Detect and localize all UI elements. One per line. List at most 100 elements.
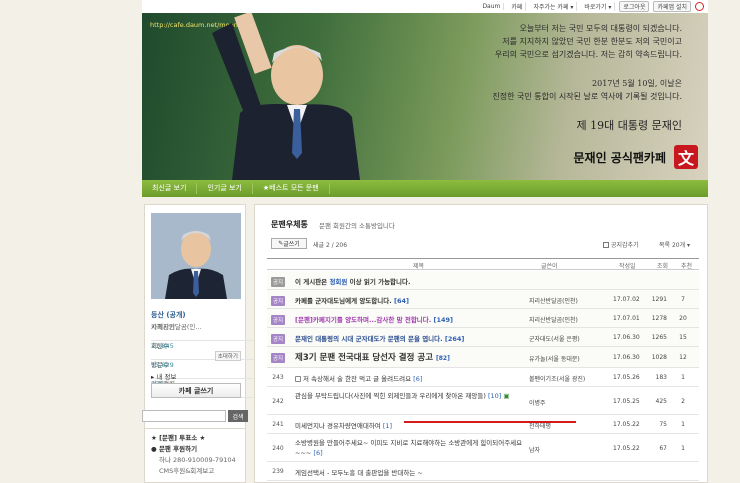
table-row: 공지 문재인 대통령의 시대 군자대도가 문팬의 문을 엽니다. [264] 군… xyxy=(267,328,699,347)
nav-latest[interactable]: 최신글 보기 xyxy=(142,183,198,194)
highlight-underline xyxy=(404,421,576,423)
cafe-nav: 최신글 보기 인기글 보기 ★베스트 모든 문팬 xyxy=(142,180,708,197)
board-title: 문팬우체통 xyxy=(271,220,308,229)
post-rec: 1 xyxy=(681,445,685,452)
stat-value: 21,845 xyxy=(151,342,174,350)
menu-donate-label: 문팬 후원하기 xyxy=(158,445,198,453)
post-views: 425 xyxy=(655,398,667,405)
per-page-select[interactable]: 목록 20개 ▾ xyxy=(659,240,690,249)
post-number: 241 xyxy=(272,421,284,428)
header-rec: 추천 xyxy=(681,263,693,270)
post-rec: 7 xyxy=(681,296,685,303)
menu-vote[interactable]: ★ [문팬] 투표소 ★ xyxy=(151,433,239,444)
table-row: 241 미세먼지나 경유차량연애대하여 [1] 천하태평 17.05.22 75… xyxy=(267,415,699,434)
write-label: 글쓰기 xyxy=(283,241,300,248)
post-writer[interactable]: 남자 xyxy=(529,445,599,454)
post-subject[interactable]: 문재인 대통령의 시대 군자대도가 문팬의 문을 엽니다. [264] xyxy=(295,333,531,343)
post-subject[interactable]: 저 속상해서 술 한잔 먹고 글 올려드려요 [6] xyxy=(295,373,531,383)
header-views: 조회 xyxy=(657,263,669,270)
date-line: 진정한 국민 통합이 시작된 날로 역사에 기록될 것입니다. xyxy=(492,92,682,101)
header-writer: 글쓴이 xyxy=(541,263,558,270)
power-icon[interactable] xyxy=(695,2,704,11)
post-subject[interactable]: 소방병원을 만들어주세요~ 이피도 지비로 치료해야하는 소방관에게 힘이되어주… xyxy=(295,438,531,458)
post-date: 17.06.30 xyxy=(613,334,640,341)
post-writer[interactable]: 지리산반달곰(인천) xyxy=(529,315,599,324)
post-writer[interactable]: 지리산반달곰(인천) xyxy=(529,296,599,305)
checkbox-box[interactable] xyxy=(603,241,609,248)
post-subject[interactable]: 이 게시판은 정회원 이상 읽기 가능합니다. xyxy=(295,276,531,286)
cafe-seal-logo: 文 xyxy=(674,145,698,169)
quote-line: 우리의 국민으로 섬기겠습니다. 저는 감히 약속드립니다. xyxy=(494,50,682,59)
cafe-write-button[interactable]: 카페 글쓰기 xyxy=(151,383,241,398)
cafe-title: 문재인 공식팬카페 xyxy=(573,151,667,165)
banner-quote: 오늘부터 저는 국민 모두의 대통령이 되겠습니다. 저를 지지하지 않았던 국… xyxy=(495,22,682,61)
post-count: 새글 2 / 206 xyxy=(313,242,348,249)
hide-notice-label: 공지감추기 xyxy=(611,242,639,249)
favorite-cafe-dropdown[interactable]: 자주가는 카페 ▾ xyxy=(530,2,578,11)
sidebar-search-input[interactable] xyxy=(142,410,226,422)
header-date: 작성일 xyxy=(619,263,636,270)
image-attach-icon xyxy=(295,376,301,382)
notice-badge: 공지 xyxy=(269,334,287,344)
invite-button[interactable]: 초대하기 xyxy=(214,351,241,361)
post-writer[interactable]: 이병주 xyxy=(529,398,599,407)
nav-best[interactable]: ★베스트 모든 문팬 xyxy=(253,183,330,194)
quote-line: 오늘부터 저는 국민 모두의 대통령이 되겠습니다. xyxy=(519,24,682,33)
post-rec: 20 xyxy=(679,315,687,322)
menu-donate[interactable]: ● 문팬 후원하기 xyxy=(151,444,239,455)
menu-bank-account[interactable]: 하나 280-910009-79104 xyxy=(151,455,239,466)
post-subject[interactable]: 카페를 군자대도님에게 양도합니다. [64] xyxy=(295,295,531,305)
post-subject[interactable]: 관심을 부탁드립니다(사진에 찍힌 외제인들과 우리에게 찾아온 재앙들) [1… xyxy=(295,391,531,401)
post-views: 1291 xyxy=(651,296,667,303)
cafe-link[interactable]: 카페 xyxy=(508,2,527,11)
post-date: 17.07.02 xyxy=(613,296,640,303)
post-subject[interactable]: 제3기 문팬 전국대표 당선자 결정 공고 [82] xyxy=(295,351,531,363)
menu-cms[interactable]: CMS후원&회계보고 xyxy=(151,466,239,477)
my-info-link[interactable]: ▸ 내 정보 xyxy=(151,371,176,381)
post-views: 1265 xyxy=(651,334,667,341)
post-rec: 1 xyxy=(681,374,685,381)
daum-link[interactable]: Daum xyxy=(479,3,505,10)
post-date: 17.05.26 xyxy=(613,374,640,381)
stat-value[interactable]: 지리산반달곰(인... xyxy=(151,322,202,332)
sidebar-search-button[interactable]: 검색 xyxy=(228,410,248,422)
post-date: 17.05.22 xyxy=(613,421,640,428)
profile-nickname[interactable]: 등산 (공개) xyxy=(151,310,186,320)
post-views: 1278 xyxy=(651,315,667,322)
install-app-button[interactable]: 카페앱 설치 xyxy=(653,1,691,12)
profile-photo xyxy=(151,213,241,299)
table-row: 공지 [문팬]카페지기를 양도하며...감사한 맘 전합니다. [149] 지리… xyxy=(267,309,699,328)
hide-notice-checkbox[interactable]: 공지감추기 xyxy=(603,240,639,249)
post-rec: 2 xyxy=(681,398,685,405)
table-row: 공지 이 게시판은 정회원 이상 읽기 가능합니다. xyxy=(267,271,699,290)
cafe-banner[interactable]: http://cafe.daum.net/moonfan 오늘부터 저는 국민 … xyxy=(142,13,708,180)
post-writer[interactable]: 유가놀(서울 동대문) xyxy=(529,354,599,363)
table-row: 240 소방병원을 만들어주세요~ 이피도 지비로 치료해야하는 소방관에게 힘… xyxy=(267,434,699,462)
post-subject[interactable]: 게임선택서 - 모두노흥 대 출판업을 반대하는 ~ xyxy=(295,467,531,477)
post-rec: 1 xyxy=(681,421,685,428)
logout-button[interactable]: 로그아웃 xyxy=(619,1,650,12)
post-date: 17.05.22 xyxy=(613,445,640,452)
post-views: 1028 xyxy=(651,354,667,361)
notice-badge: 공지 xyxy=(269,277,287,287)
president-photo xyxy=(212,13,360,180)
post-views: 67 xyxy=(659,445,667,452)
post-writer[interactable]: 볼펜이기조(서울 광진) xyxy=(529,374,599,383)
nav-popular[interactable]: 인기글 보기 xyxy=(197,183,253,194)
post-list: 공지 이 게시판은 정회원 이상 읽기 가능합니다. 공지 카페를 군자대도님에… xyxy=(267,271,699,481)
post-subject[interactable]: [문팬]카페지기를 양도하며...감사한 맘 전합니다. [149] xyxy=(295,314,531,324)
shortcut-dropdown[interactable]: 바로가기 ▾ xyxy=(581,2,616,11)
date-line: 2017년 5월 10일, 이날은 xyxy=(592,79,682,88)
table-header: 제목 글쓴이 작성일 조회 추천 xyxy=(267,258,699,270)
post-writer[interactable]: 군자대도(서울 은평) xyxy=(529,334,599,343)
table-row: 239 게임선택서 - 모두노흥 대 출판업을 반대하는 ~ xyxy=(267,462,699,481)
post-number: 240 xyxy=(272,445,284,452)
quote-line: 저를 지지하지 않았던 국민 한분 한분도 저의 국민이고 xyxy=(502,37,682,46)
board-write-button[interactable]: ✎ 글쓰기 xyxy=(271,238,307,249)
table-row: 공지 제3기 문팬 전국대표 당선자 결정 공고 [82] 유가놀(서울 동대문… xyxy=(267,347,699,368)
president-title: 제 19대 대통령 문재인 xyxy=(576,119,682,132)
board-panel: 문팬우체통 문팬 회원간의 소통방입니다 ✎ 글쓰기 새글 2 / 206 공지… xyxy=(254,204,708,483)
table-row: 242 관심을 부탁드립니다(사진에 찍힌 외제인들과 우리에게 찾아온 재앙들… xyxy=(267,387,699,415)
header-subject: 제목 xyxy=(413,263,425,270)
table-row: 공지 카페를 군자대도님에게 양도합니다. [64] 지리산반달곰(인천) 17… xyxy=(267,290,699,309)
